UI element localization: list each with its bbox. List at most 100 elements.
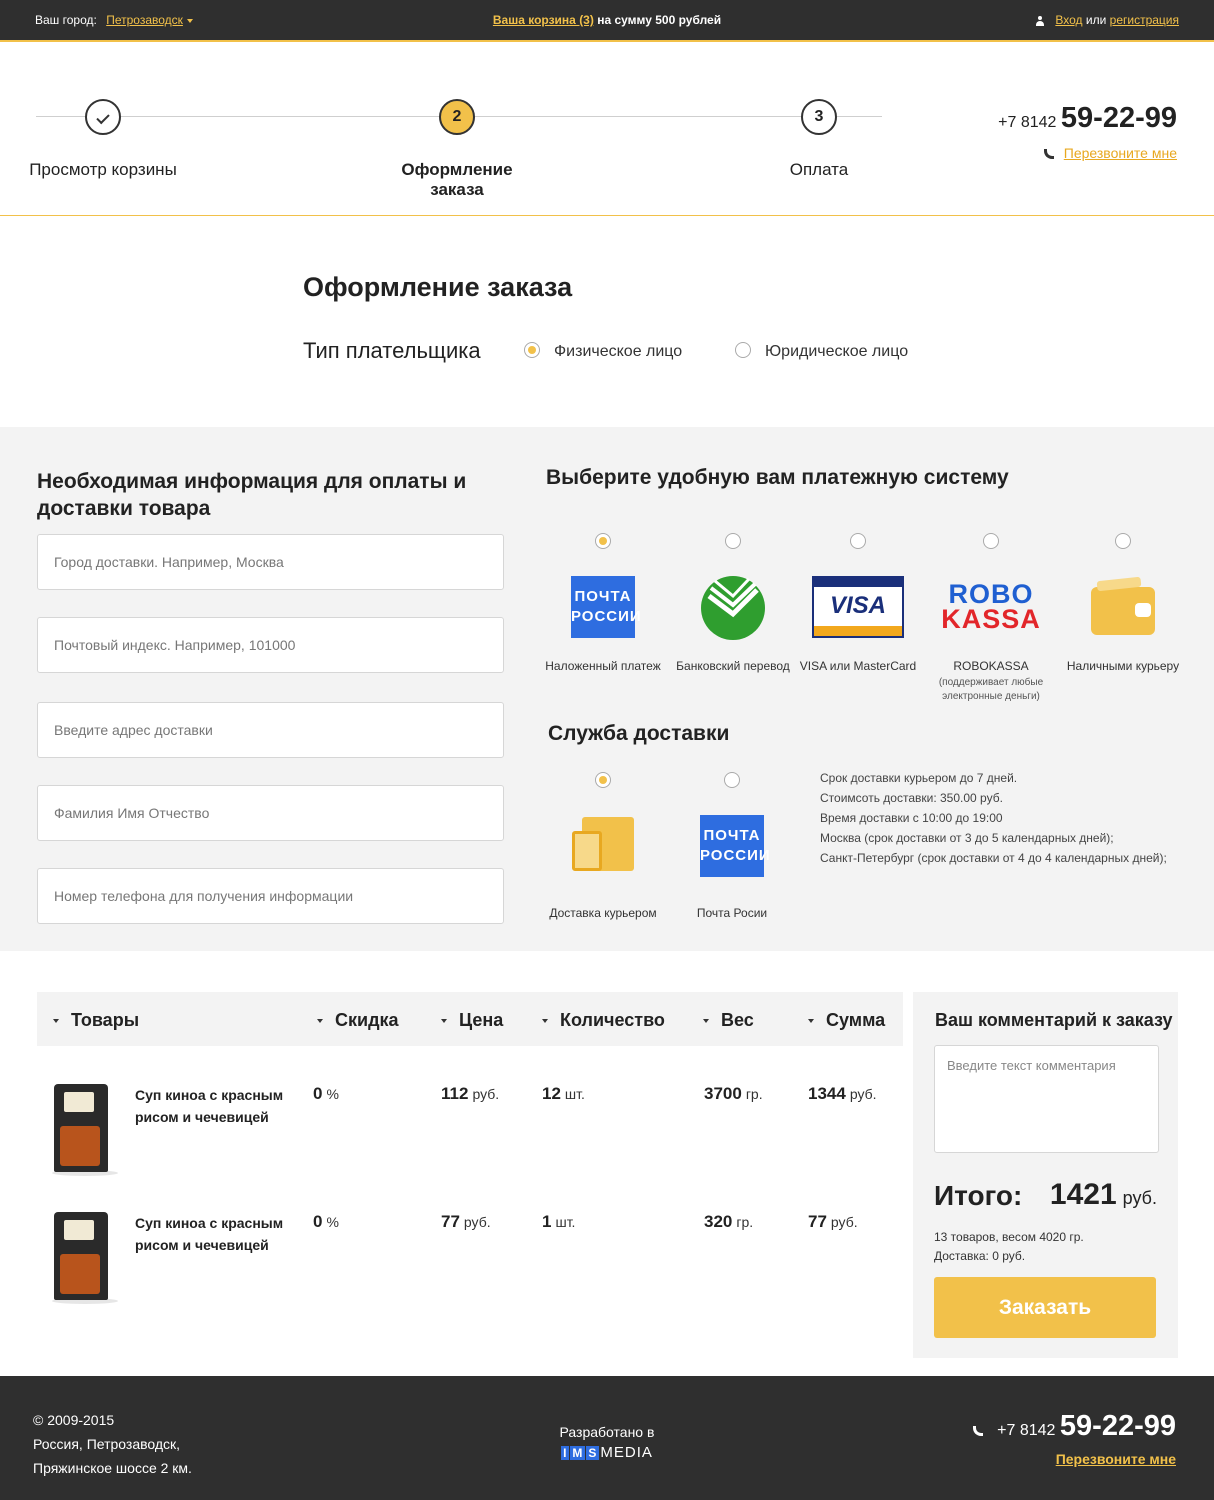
column-weight[interactable]: Вес [703, 1010, 754, 1031]
step-checkout[interactable]: 2 Оформление заказа [377, 99, 537, 200]
step-label: Оформление заказа [401, 160, 513, 199]
footer-callback-link[interactable]: Перезвоните мне [1056, 1451, 1176, 1467]
delivery-option-post[interactable]: ПОЧТА РОССИИ Почта Росии [667, 772, 797, 920]
delivery-info-line: Время доставки с 10:00 до 19:00 [820, 811, 1003, 825]
radio-unselected[interactable] [1115, 533, 1131, 549]
comment-textarea[interactable] [934, 1045, 1159, 1153]
order-summary-text: 13 товаров, весом 4020 гр. Доставка: 0 р… [934, 1228, 1084, 1266]
order-button[interactable]: Заказать [934, 1277, 1156, 1338]
payment-option-card[interactable]: VISA VISA или MasterCard [793, 533, 923, 673]
column-sum[interactable]: Сумма [808, 1010, 885, 1031]
product-discount: 0% [313, 1084, 339, 1103]
footer-phone: +7 8142 59-22-99 Перезвоните мне [972, 1410, 1176, 1467]
sort-icon [317, 1019, 323, 1024]
product-price: 112 руб. [441, 1084, 500, 1103]
sort-icon [441, 1019, 447, 1024]
product-image[interactable] [52, 1212, 118, 1304]
order-summary-panel: Ваш комментарий к заказу Итого: 1421руб.… [913, 992, 1178, 1358]
payment-option-cod[interactable]: ПОЧТА РОССИИ Наложенный платеж [538, 533, 668, 673]
radio-unselected[interactable] [983, 533, 999, 549]
delivery-info-line: Москва (срок доставки от 3 до 5 календар… [820, 831, 1114, 845]
sort-icon [53, 1019, 59, 1024]
phone-number: 59-22-99 [1059, 1410, 1176, 1442]
radio-selected[interactable] [595, 533, 611, 549]
login-link[interactable]: Вход [1055, 13, 1082, 27]
payment-option-label: ROBOKASSA [953, 659, 1029, 673]
phone-icon [972, 1425, 983, 1436]
product-weight: 3700 гр. [704, 1084, 763, 1103]
checkmark-icon [96, 110, 110, 125]
step-cart-review[interactable]: Просмотр корзины [23, 99, 183, 180]
payment-option-label: Наложенный платеж [545, 659, 661, 673]
checkout-header: Просмотр корзины 2 Оформление заказа 3 О… [0, 42, 1214, 216]
column-quantity[interactable]: Количество [542, 1010, 665, 1031]
phone-number: 59-22-99 [1060, 102, 1177, 134]
page-title: Оформление заказа [303, 272, 573, 302]
postal-code-input[interactable] [37, 617, 504, 673]
footer: © 2009-2015 Россия, Петрозаводск, Пряжин… [0, 1376, 1214, 1500]
phone-prefix: +7 8142 [997, 1422, 1056, 1439]
step-label: Оплата [789, 160, 849, 179]
sberbank-logo [701, 576, 765, 640]
delivery-option-courier[interactable]: Доставка курьером [538, 772, 668, 920]
payment-option-cash[interactable]: Наличными курьеру [1058, 533, 1188, 673]
phone-icon [1043, 149, 1054, 160]
step-number: 2 [439, 99, 475, 135]
delivery-info: Срок доставки курьером до 7 дней. Стоимс… [820, 768, 1167, 868]
total-value: 1421 руб. [1049, 1178, 1157, 1211]
summary-delivery: Доставка: 0 руб. [934, 1249, 1026, 1263]
cart-link[interactable]: Ваша корзина (3) [493, 13, 594, 27]
delivery-option-label: Почта Росии [696, 906, 768, 920]
products-table-header: Товары Скидка Цена Количество Вес Сумма [37, 992, 903, 1046]
payer-option-individual[interactable]: Физическое лицо [524, 342, 683, 361]
payment-section-title: Выберите удобную вам платежную систему [546, 466, 1009, 489]
auth-or: или [1085, 13, 1107, 27]
step-number: 3 [801, 99, 837, 135]
delivery-info-line: Стоимсоть доставки: 350.00 руб. [820, 791, 1003, 805]
payment-option-label: Банковский перевод [676, 659, 790, 673]
product-name[interactable]: Суп киноа с красным рисом и чечевицей [135, 1084, 285, 1128]
product-name[interactable]: Суп киноа с красным рисом и чечевицей [135, 1212, 285, 1256]
step-circle-done [85, 99, 121, 135]
product-quantity: 12 шт. [542, 1084, 585, 1103]
wallet-icon [1091, 587, 1155, 635]
total-label: Итого: [934, 1180, 1023, 1211]
user-icon [1036, 15, 1045, 26]
step-payment[interactable]: 3 Оплата [739, 99, 899, 180]
product-price: 77 руб. [441, 1212, 491, 1231]
address-input[interactable] [37, 702, 504, 758]
column-price[interactable]: Цена [441, 1010, 503, 1031]
product-weight: 320 гр. [704, 1212, 754, 1231]
column-products[interactable]: Товары [53, 1010, 139, 1031]
auth-links: Вход или регистрация [1036, 13, 1179, 27]
radio-unselected[interactable] [735, 342, 751, 359]
robokassa-logo: ROBO KASSA [941, 579, 1041, 634]
payment-option-bank[interactable]: Банковский перевод [668, 533, 798, 673]
full-name-input[interactable] [37, 785, 504, 841]
payment-option-robokassa[interactable]: ROBO KASSA ROBOKASSA (поддерживает любые… [926, 533, 1056, 704]
sort-icon [703, 1019, 709, 1024]
top-bar: Ваш город: Петрозаводск Ваша корзина (3)… [0, 0, 1214, 42]
city-input[interactable] [37, 534, 504, 590]
phone-input[interactable] [37, 868, 504, 924]
product-discount: 0% [313, 1212, 339, 1231]
callback-link[interactable]: Перезвоните мне [1064, 145, 1177, 161]
payer-option-label: Юридическое лицо [765, 343, 909, 360]
register-link[interactable]: регистрация [1110, 13, 1179, 27]
column-discount[interactable]: Скидка [317, 1010, 399, 1031]
product-quantity: 1 шт. [542, 1212, 576, 1231]
radio-unselected[interactable] [725, 533, 741, 549]
payer-option-label: Физическое лицо [554, 343, 683, 360]
table-row: Суп киноа с красным рисом и чечевицей 0%… [37, 1212, 903, 1322]
payment-option-sublabel: (поддерживает любые электронные деньги) [938, 677, 1044, 702]
product-image[interactable] [52, 1084, 118, 1176]
table-row: Суп киноа с красным рисом и чечевицей 0%… [37, 1084, 903, 1194]
radio-unselected[interactable] [724, 772, 740, 788]
product-sum: 77 руб. [808, 1212, 858, 1231]
radio-selected[interactable] [595, 772, 611, 788]
delivery-info-line: Срок доставки курьером до 7 дней. [820, 771, 1018, 785]
cart-sum: на сумму 500 рублей [597, 13, 722, 27]
radio-selected[interactable] [524, 342, 540, 359]
radio-unselected[interactable] [850, 533, 866, 549]
payer-option-legal[interactable]: Юридическое лицо [735, 342, 909, 361]
